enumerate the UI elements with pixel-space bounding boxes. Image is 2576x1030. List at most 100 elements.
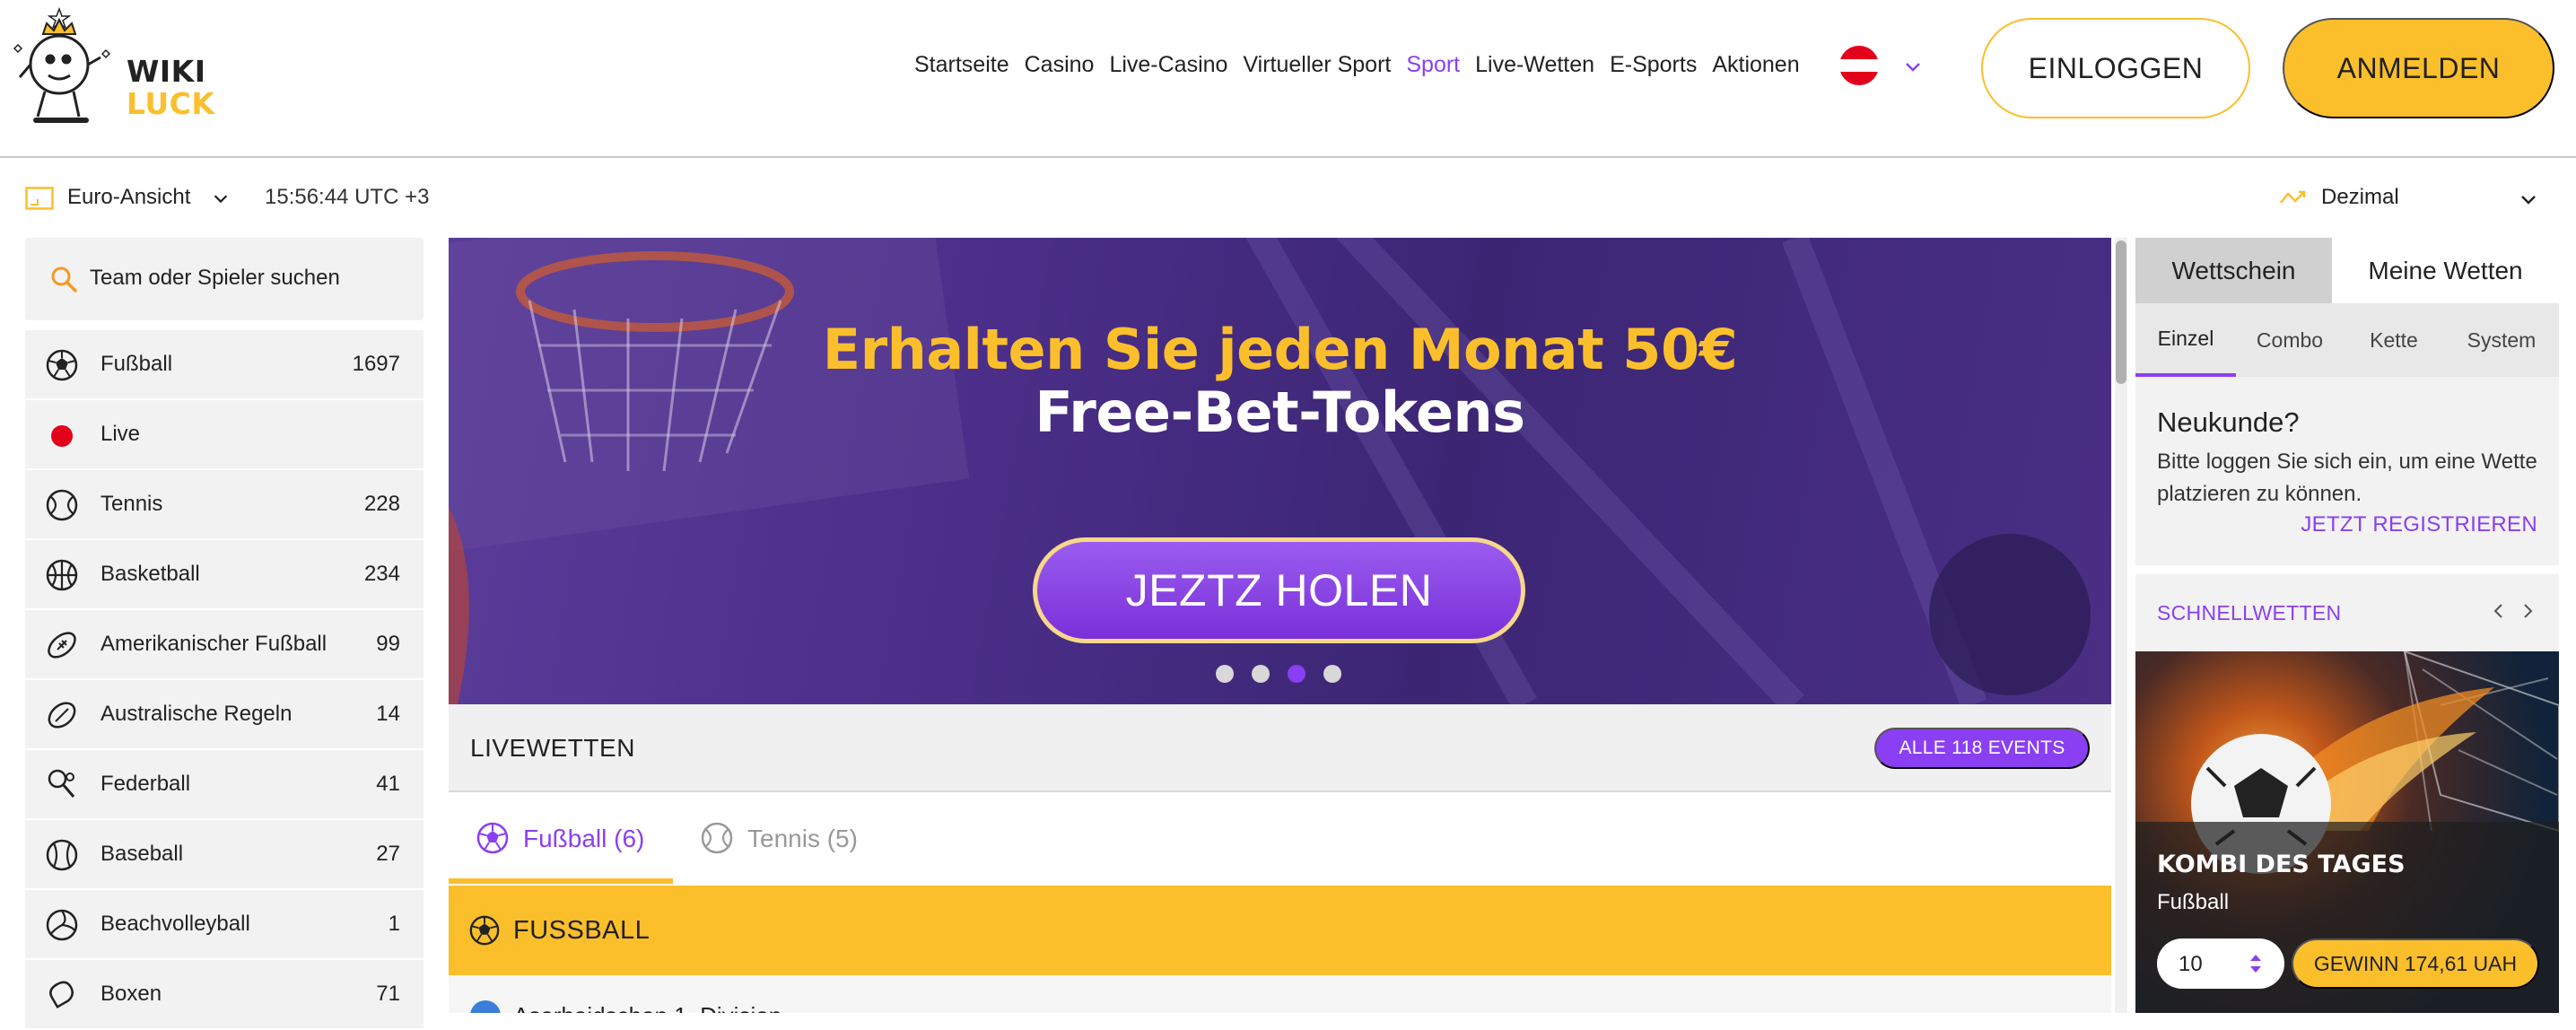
nav-e-sports[interactable]: E-Sports [1610, 52, 1697, 78]
bet-type-tabs: Einzel Combo Kette System [2135, 303, 2559, 377]
carousel-dot-2[interactable] [1252, 665, 1270, 683]
bet-type-combo[interactable]: Combo [2236, 303, 2344, 377]
tab-tennis[interactable]: Tennis (5) [673, 792, 897, 884]
sport-item-beachvolleyball[interactable]: Beachvolleyball 1 [25, 890, 424, 960]
nav-casino[interactable]: Casino [1025, 52, 1095, 78]
sport-item-tennis[interactable]: Tennis 228 [25, 470, 424, 540]
new-customer-title: Neukunde? [2157, 406, 2300, 438]
badminton-icon [48, 769, 75, 798]
sport-name: Boxen [100, 982, 162, 1006]
carousel-dot-4[interactable] [1323, 665, 1341, 683]
layout-view-icon [25, 187, 54, 210]
nav-live-wetten[interactable]: Live-Wetten [1475, 52, 1594, 78]
main-nav: Startseite Casino Live-Casino Virtueller… [914, 52, 1815, 78]
nav-sport[interactable]: Sport [1406, 52, 1460, 78]
tab-label: Tennis (5) [747, 825, 858, 852]
odds-format-selector[interactable]: Dezimal [2321, 185, 2399, 210]
promo-banner[interactable]: Erhalten Sie jeden Monat 50€ Free-Bet-To… [449, 238, 2111, 704]
boxing-glove-icon [49, 981, 74, 1009]
tab-fussball[interactable]: Fußball (6) [449, 792, 673, 884]
odds-trend-icon [2280, 190, 2306, 204]
register-now-link[interactable]: JETZT REGISTRIEREN [2301, 512, 2537, 537]
sport-name: Baseball [100, 842, 184, 866]
sport-item-fussball[interactable]: Fußball 1697 [25, 330, 424, 400]
sport-item-boxen[interactable]: Boxen 71 [25, 960, 424, 1030]
sports-list: Fußball 1697 Live Tennis 228 Basketball … [25, 330, 424, 1030]
win-bet-button[interactable]: GEWINN 174,61 UAH [2292, 938, 2539, 989]
beach-volleyball-icon [46, 909, 78, 941]
league-name: Aserbaidschan 1. Division [513, 1002, 782, 1013]
sport-item-baseball[interactable]: Baseball 27 [25, 820, 424, 890]
sport-count: 1697 [352, 352, 400, 376]
register-button[interactable]: ANMELDEN [2283, 18, 2554, 118]
sport-name: Basketball [100, 562, 200, 586]
new-customer-text: Bitte loggen Sie sich ein, um eine Wette… [2157, 450, 2537, 506]
soccer-ball-icon [46, 349, 78, 381]
banner-subheadline: Free-Bet-Tokens [1035, 380, 1525, 445]
logo-wiki-text: WIKI [127, 54, 206, 89]
league-row[interactable]: Aserbaidschan 1. Division [449, 975, 2111, 1013]
nav-virtueller-sport[interactable]: Virtueller Sport [1243, 52, 1391, 78]
sport-item-basketball[interactable]: Basketball 234 [25, 540, 424, 610]
nav-live-casino[interactable]: Live-Casino [1109, 52, 1227, 78]
sport-count: 14 [376, 702, 400, 726]
quick-bets-panel: SCHNELLWETTEN KOMBI DES TAGES Fußball 10… [2135, 574, 2559, 1013]
sport-item-australian-rules[interactable]: Australische Regeln 14 [25, 680, 424, 750]
carousel-dot-3[interactable] [1288, 665, 1305, 683]
american-football-icon [48, 632, 76, 659]
nav-startseite[interactable]: Startseite [914, 52, 1009, 78]
sport-count: 41 [376, 772, 400, 796]
up-down-arrows-icon[interactable] [2247, 951, 2265, 976]
sport-count: 71 [376, 982, 400, 1006]
scrollbar-thumb[interactable] [2116, 240, 2126, 384]
search-box[interactable]: Team oder Spieler suchen [25, 238, 424, 320]
tab-wettschein[interactable]: Wettschein [2135, 238, 2332, 303]
search-input[interactable]: Team oder Spieler suchen [90, 266, 340, 291]
kombi-card[interactable]: KOMBI DES TAGES Fußball 10 GEWINN 174,61… [2135, 651, 2559, 1013]
section-header-fussball[interactable]: FUSSBALL [449, 886, 2111, 975]
sport-name: Federball [100, 772, 191, 796]
view-chevron-down-icon[interactable] [211, 188, 231, 208]
bet-type-einzel[interactable]: Einzel [2135, 303, 2236, 377]
austria-flag-icon[interactable] [1839, 46, 1879, 85]
sport-count: 234 [363, 562, 400, 586]
bet-type-kette[interactable]: Kette [2344, 303, 2444, 377]
sport-name: Australische Regeln [100, 702, 293, 726]
sport-item-federball[interactable]: Federball 41 [25, 750, 424, 820]
live-sport-tabs: Fußball (6) Tennis (5) [449, 792, 2111, 884]
stake-stepper[interactable]: 10 [2157, 938, 2284, 989]
bet-slip-tabs: Wettschein Meine Wetten [2135, 238, 2559, 303]
sport-name: Beachvolleyball [100, 912, 250, 936]
carousel-dot-1[interactable] [1216, 665, 1234, 683]
nav-aktionen[interactable]: Aktionen [1712, 52, 1799, 78]
banner-headline: Erhalten Sie jeden Monat 50€ [822, 317, 1738, 382]
quick-bets-title: SCHNELLWETTEN [2157, 601, 2342, 624]
aussie-rules-icon [48, 702, 76, 729]
language-chevron-down-icon[interactable] [1902, 56, 1924, 77]
site-logo[interactable]: WIKI LUCK [13, 5, 214, 131]
bet-slip-panel: Wettschein Meine Wetten Einzel Combo Ket… [2135, 238, 2559, 565]
tab-meine-wetten[interactable]: Meine Wetten [2332, 238, 2559, 303]
chevron-left-icon[interactable] [2489, 601, 2509, 621]
section-title: FUSSBALL [513, 916, 651, 945]
baseball-icon [46, 839, 78, 871]
tennis-ball-icon [701, 822, 733, 854]
tennis-ball-icon [46, 489, 78, 521]
search-icon [51, 266, 77, 292]
logo-luck-text: LUCK [127, 86, 215, 121]
bet-type-system[interactable]: System [2444, 303, 2559, 377]
sport-item-american-football[interactable]: Amerikanischer Fußball 99 [25, 610, 424, 680]
login-button[interactable]: EINLOGGEN [1981, 18, 2250, 118]
view-selector[interactable]: Euro-Ansicht [67, 185, 190, 210]
sport-count: 228 [363, 492, 400, 516]
all-events-button[interactable]: ALLE 118 EVENTS [1874, 728, 2090, 769]
odds-chevron-down-icon[interactable] [2518, 188, 2539, 210]
banner-cta-button[interactable]: JEZTZ HOLEN [1033, 537, 1525, 643]
carousel-dots [1216, 665, 1341, 683]
stake-value[interactable]: 10 [2179, 952, 2203, 977]
live-dot-icon [51, 425, 73, 447]
chevron-right-icon[interactable] [2518, 601, 2537, 621]
azerbaijan-flag-icon [470, 1000, 501, 1013]
sport-item-live[interactable]: Live [25, 400, 424, 470]
soccer-ball-icon [476, 822, 509, 854]
